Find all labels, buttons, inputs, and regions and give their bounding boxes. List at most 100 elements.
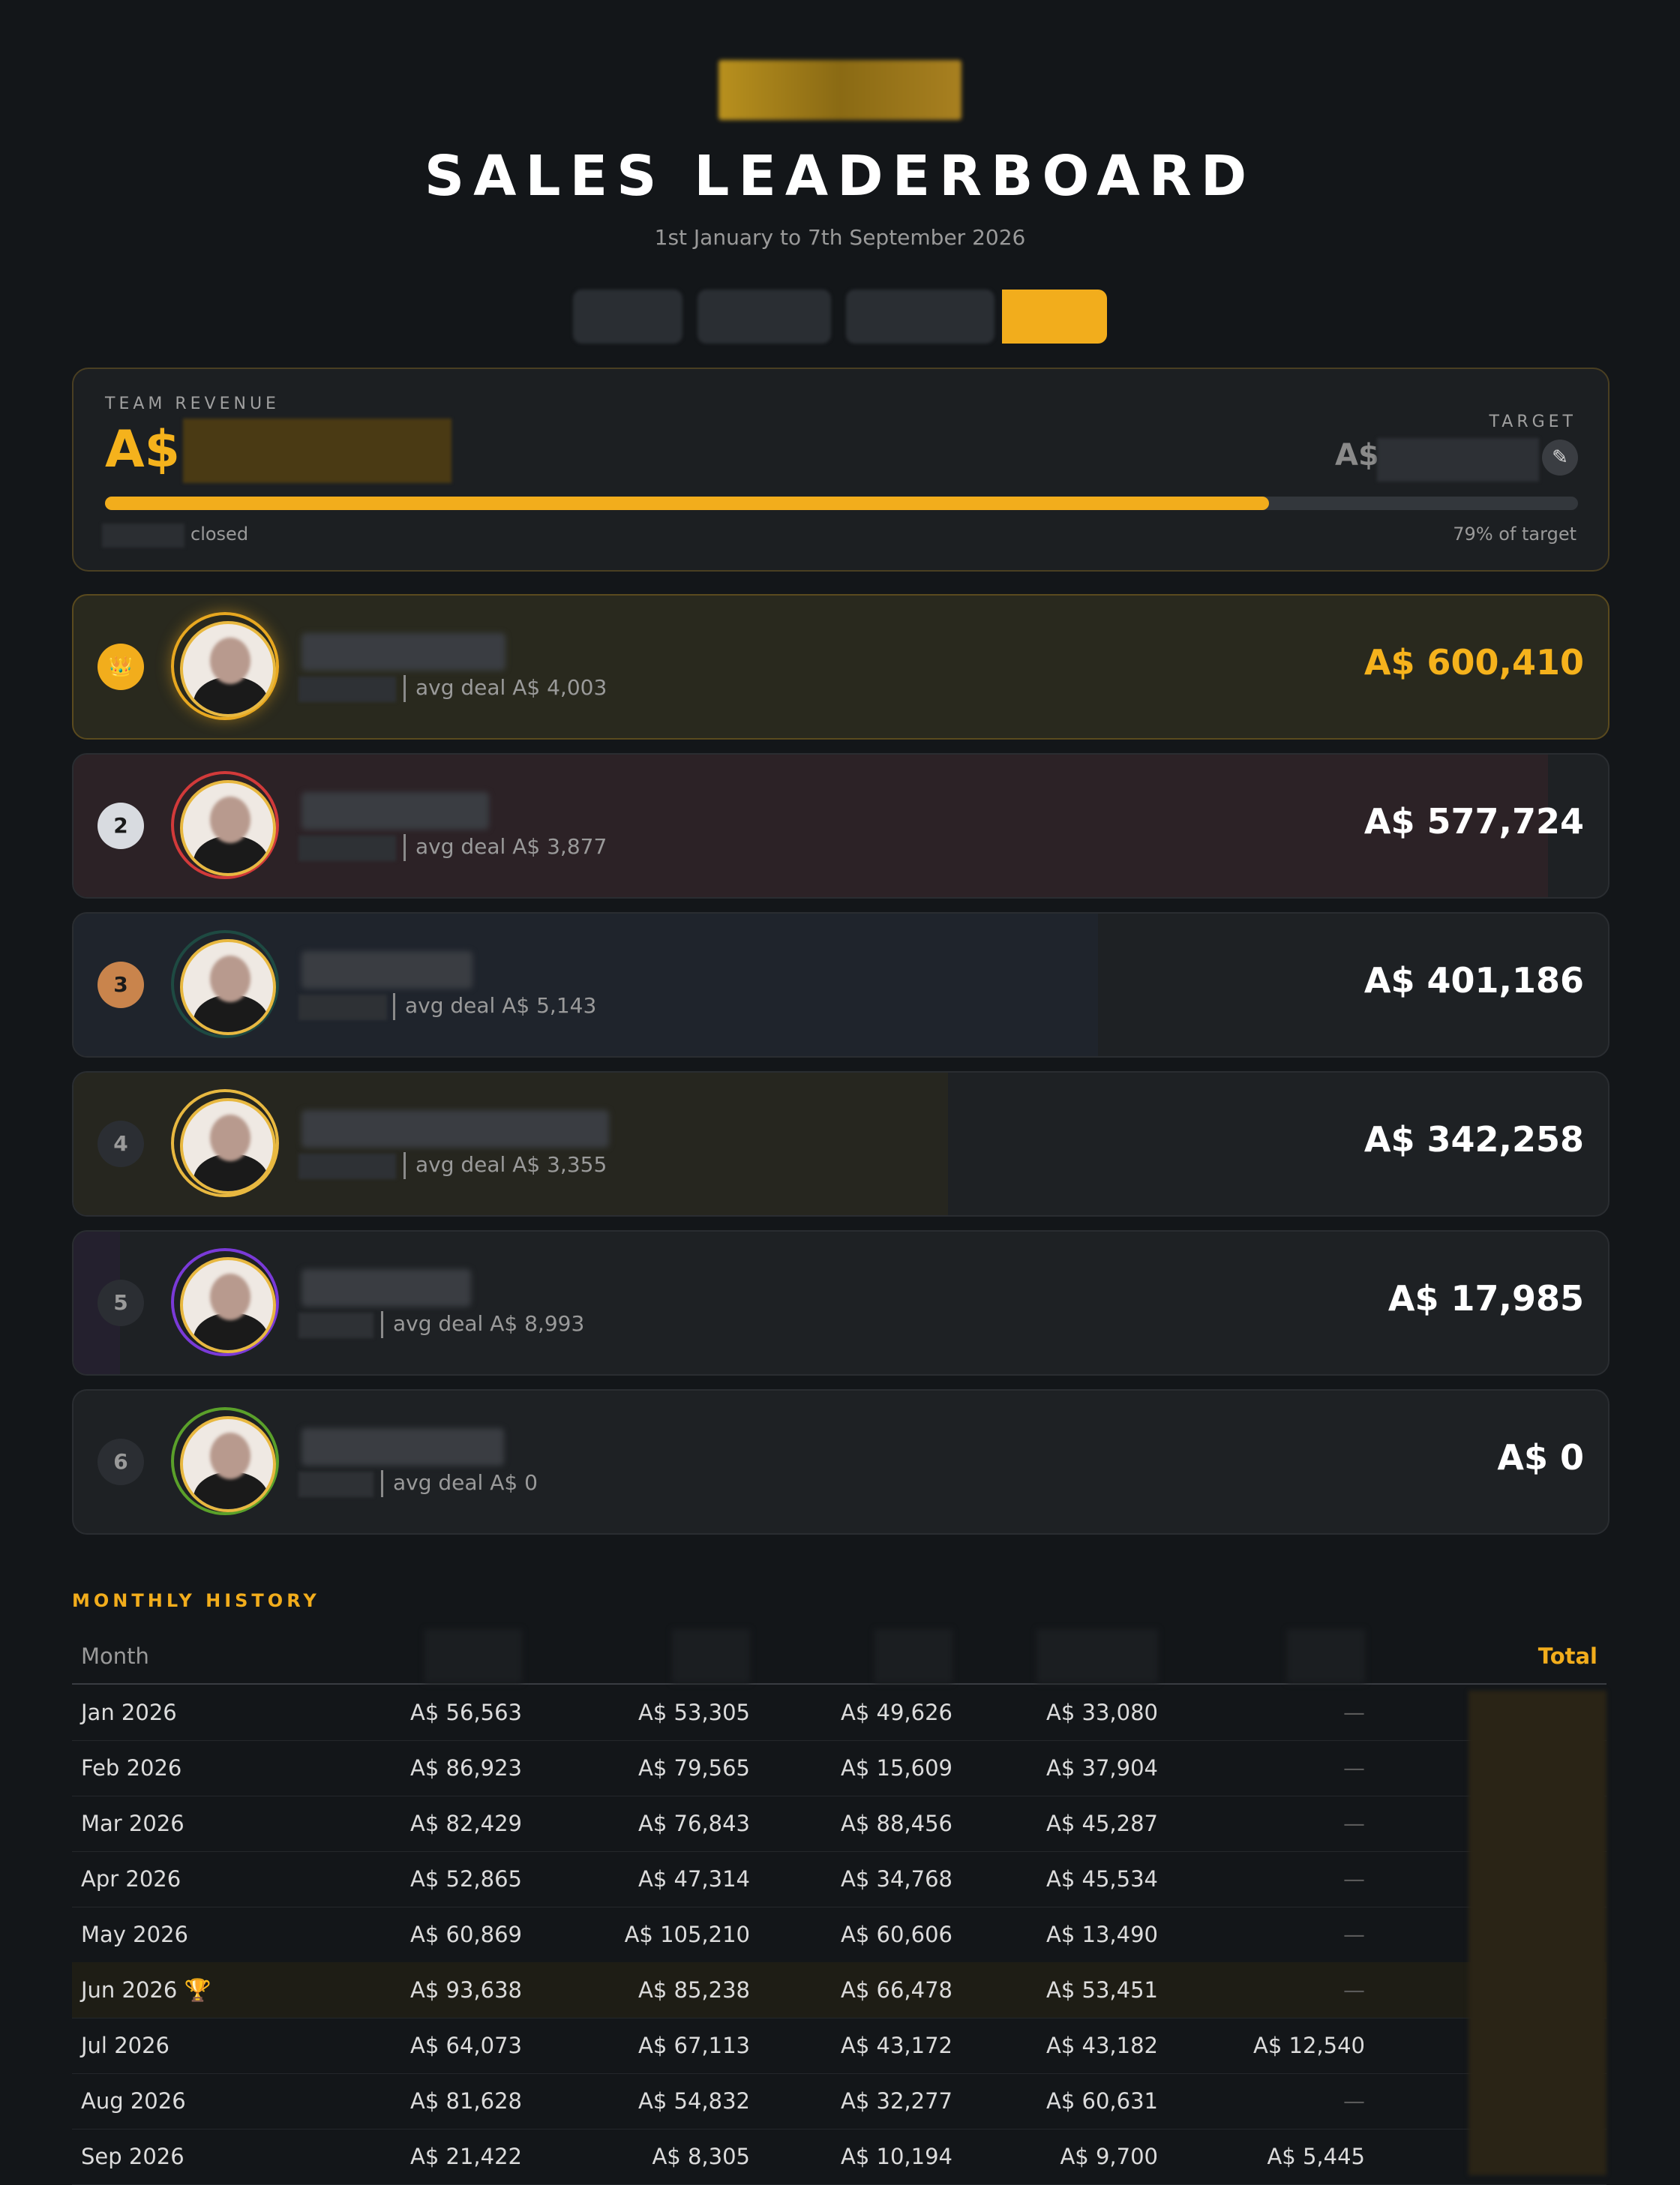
period-tab[interactable]: [698, 290, 831, 344]
leaderboard-row[interactable]: 3 avg deal A$ 5,143 A$ 401,186: [72, 912, 1610, 1058]
value-cell: A$ 45,534: [1046, 1866, 1158, 1892]
deal-count-redacted: [298, 1154, 396, 1179]
value-cell: A$ 54,832: [638, 2088, 750, 2114]
month-cell: Jul 2026: [81, 2033, 170, 2058]
month-cell: Apr 2026: [81, 1866, 182, 1892]
rep-total: A$ 0: [1497, 1437, 1584, 1478]
value-cell: A$ 88,456: [841, 1811, 952, 1836]
value-cell: A$ 10,194: [841, 2144, 952, 2169]
team-revenue-currency: A$: [105, 420, 180, 479]
pencil-icon: ✎: [1552, 446, 1568, 469]
rep-column-header-redacted[interactable]: [1036, 1629, 1158, 1683]
table-row: Sep 2026 A$ 21,422 A$ 8,305 A$ 10,194 A$ 9,7…: [72, 2129, 1606, 2185]
value-cell: A$ 53,451: [1046, 1977, 1158, 2003]
deal-count-redacted: [298, 1472, 374, 1497]
value-cell: A$ 67,113: [638, 2033, 750, 2058]
target-progress-bar: [105, 497, 1578, 510]
value-cell: A$ 64,073: [410, 2033, 522, 2058]
avg-deal: avg deal A$ 3,355: [416, 1152, 608, 1177]
value-cell: —: [1343, 1922, 1365, 1947]
rep-name-redacted: [302, 1269, 471, 1307]
value-cell: A$ 47,314: [638, 1866, 750, 1892]
table-row: Jul 2026 A$ 64,073 A$ 67,113 A$ 43,172 A$ 43…: [72, 2018, 1606, 2074]
team-revenue-label: TEAM REVENUE: [105, 395, 280, 413]
rep-name-redacted: [302, 1110, 609, 1148]
rep-total: A$ 17,985: [1388, 1278, 1584, 1319]
value-cell: A$ 53,305: [638, 1700, 750, 1725]
deal-count-redacted: [298, 1313, 374, 1338]
month-cell: May 2026: [81, 1922, 188, 1947]
target-value-redacted: [1377, 438, 1539, 482]
team-revenue-value-redacted: [183, 419, 452, 483]
leaderboard-row[interactable]: 5 avg deal A$ 8,993 A$ 17,985: [72, 1230, 1610, 1376]
value-cell: A$ 37,904: [1046, 1755, 1158, 1781]
table-row: Mar 2026 A$ 82,429 A$ 76,843 A$ 88,456 A$ 45…: [72, 1796, 1606, 1852]
leaderboard-row[interactable]: 2 avg deal A$ 3,877 A$ 577,724: [72, 753, 1610, 899]
deal-count-redacted: [298, 836, 396, 861]
month-cell: Mar 2026: [81, 1811, 184, 1836]
revenue-share-bar: [74, 755, 1548, 897]
date-range: 1st January to 7th September 2026: [654, 225, 1026, 250]
rep-name-redacted: [302, 951, 472, 989]
leaderboard-row[interactable]: 👑 avg deal A$ 4,003 A$ 600,410: [72, 594, 1610, 740]
page-title: SALES LEADERBOARD: [424, 144, 1256, 209]
rep-name-redacted: [302, 792, 489, 830]
month-column-header: Month: [81, 1643, 149, 1669]
value-cell: —: [1343, 1755, 1365, 1781]
value-cell: A$ 60,631: [1046, 2088, 1158, 2114]
value-cell: A$ 60,606: [841, 1922, 952, 1947]
rep-total: A$ 401,186: [1364, 960, 1584, 1001]
rep-column-header-redacted[interactable]: [424, 1629, 522, 1683]
target-percent-label: 79% of target: [1453, 524, 1576, 545]
crown-icon: 👑: [98, 644, 144, 690]
edit-target-button[interactable]: ✎: [1542, 440, 1578, 476]
avatar: [171, 1407, 279, 1515]
value-cell: A$ 60,869: [410, 1922, 522, 1947]
rep-total: A$ 600,410: [1364, 642, 1584, 683]
month-cell: Jun 2026 🏆: [81, 1977, 212, 2003]
rep-name-redacted: [302, 1428, 504, 1466]
target-currency: A$: [1335, 438, 1379, 473]
avatar: [171, 612, 279, 720]
value-cell: A$ 8,305: [652, 2144, 750, 2169]
value-cell: —: [1343, 1866, 1365, 1892]
closed-count-redacted: [102, 524, 184, 548]
closed-label: closed: [190, 524, 249, 545]
rank-badge: 6: [98, 1439, 144, 1485]
rep-column-header-redacted[interactable]: [1287, 1629, 1365, 1683]
table-row: Jun 2026 🏆 A$ 93,638 A$ 85,238 A$ 66,478 A$ …: [72, 1962, 1606, 2018]
avg-deal: avg deal A$ 4,003: [416, 675, 608, 700]
rep-total: A$ 577,724: [1364, 801, 1584, 842]
period-tab[interactable]: [573, 290, 682, 344]
value-cell: A$ 13,490: [1046, 1922, 1158, 1947]
value-cell: A$ 43,182: [1046, 2033, 1158, 2058]
month-cell: Aug 2026: [81, 2088, 186, 2114]
rank-badge: 5: [98, 1280, 144, 1326]
value-cell: A$ 15,609: [841, 1755, 952, 1781]
value-cell: A$ 56,563: [410, 1700, 522, 1725]
avg-deal: avg deal A$ 5,143: [405, 993, 597, 1018]
rep-column-header-redacted[interactable]: [672, 1629, 750, 1683]
table-row: Aug 2026 A$ 81,628 A$ 54,832 A$ 32,277 A$ 60…: [72, 2073, 1606, 2129]
rank-badge: 3: [98, 962, 144, 1008]
period-tab-active[interactable]: [1002, 290, 1107, 344]
leaderboard-row[interactable]: 4 avg deal A$ 3,355 A$ 342,258: [72, 1071, 1610, 1217]
value-cell: A$ 32,277: [841, 2088, 952, 2114]
table-row: Jan 2026 A$ 56,563 A$ 53,305 A$ 49,626 A$ 33…: [72, 1685, 1606, 1741]
value-cell: A$ 12,540: [1253, 2033, 1365, 2058]
value-cell: —: [1343, 1700, 1365, 1725]
target-progress-fill: [105, 497, 1269, 510]
value-cell: A$ 34,768: [841, 1866, 952, 1892]
value-cell: A$ 49,626: [841, 1700, 952, 1725]
table-row: Apr 2026 A$ 52,865 A$ 47,314 A$ 34,768 A$ 45…: [72, 1851, 1606, 1907]
table-row: May 2026 A$ 60,869 A$ 105,210 A$ 60,606 A$ 1…: [72, 1907, 1606, 1963]
value-cell: —: [1343, 2088, 1365, 2114]
rep-column-header-redacted[interactable]: [874, 1629, 952, 1683]
rep-total: A$ 342,258: [1364, 1119, 1584, 1160]
value-cell: A$ 45,287: [1046, 1811, 1158, 1836]
value-cell: A$ 82,429: [410, 1811, 522, 1836]
value-cell: A$ 85,238: [638, 1977, 750, 2003]
period-tab[interactable]: [846, 290, 994, 344]
value-cell: A$ 9,700: [1060, 2144, 1158, 2169]
leaderboard-row[interactable]: 6 avg deal A$ 0 A$ 0: [72, 1389, 1610, 1535]
